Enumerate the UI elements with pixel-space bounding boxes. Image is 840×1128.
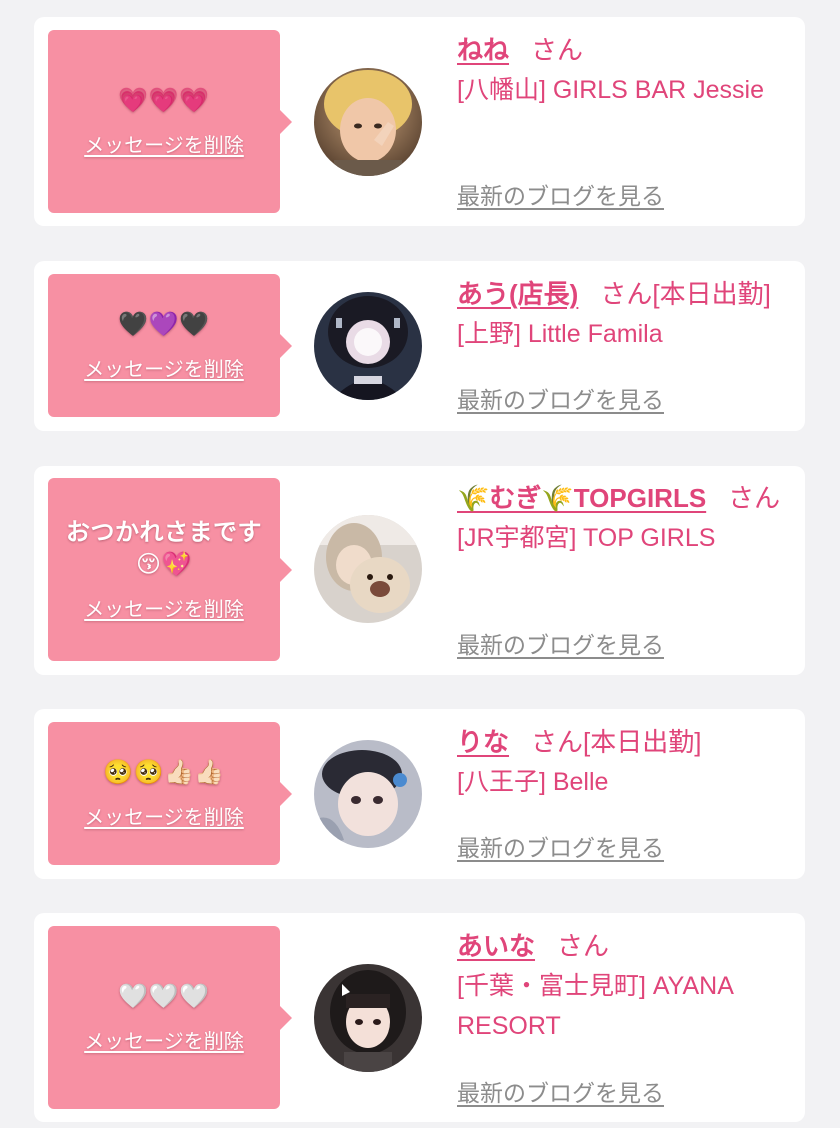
- delete-message-link[interactable]: メッセージを削除: [84, 1025, 244, 1054]
- cast-info: 🌾むぎ🌾TOPGIRLS さん [JR宇都宮] TOP GIRLS 最新のブログを…: [457, 478, 797, 663]
- shop-name: [JR宇都宮] TOP GIRLS: [457, 524, 716, 552]
- cast-info: ねね さん [八幡山] GIRLS BAR Jessie 最新のブログを見る: [457, 30, 797, 215]
- message-bubble: 🥺🥺👍🏻👍🏻 メッセージを削除: [48, 722, 292, 865]
- name-line: 🌾むぎ🌾TOPGIRLS さん: [457, 478, 797, 518]
- cast-name-link[interactable]: りな: [457, 727, 509, 757]
- message-text: 💗💗💗: [118, 87, 210, 114]
- delete-message-link[interactable]: メッセージを削除: [84, 353, 244, 382]
- shop-name: [千葉・富士見町] AYANA RESORT: [457, 972, 733, 1040]
- message-bubble: 💗💗💗 メッセージを削除: [48, 30, 292, 213]
- latest-blog-link[interactable]: 最新のブログを見る: [457, 1074, 664, 1108]
- delete-message-link[interactable]: メッセージを削除: [84, 129, 244, 158]
- latest-blog-link[interactable]: 最新のブログを見る: [457, 177, 664, 211]
- honorific: さん: [531, 35, 584, 65]
- name-line: あう(店長) さん[本日出勤]: [457, 274, 797, 314]
- message-text: 🥺🥺👍🏻👍🏻: [103, 759, 225, 786]
- status-badge: [本日出勤]: [652, 279, 771, 309]
- honorific: さん: [531, 727, 584, 757]
- message-card: 🤍🤍🤍 メッセージを削除 あいな さん [千葉・富士見町] AYANA RESOR…: [34, 913, 805, 1122]
- honorific: さん: [728, 483, 781, 513]
- avatar[interactable]: [314, 515, 422, 623]
- message-text: おつかれさまです😚💖: [66, 519, 262, 578]
- message-card: 💗💗💗 メッセージを削除 ねね さん [八幡山] GIRLS BAR Jessi…: [34, 17, 805, 226]
- message-bubble: 🖤💜🖤 メッセージを削除: [48, 274, 292, 417]
- avatar[interactable]: [314, 68, 422, 176]
- avatar[interactable]: [314, 292, 422, 400]
- latest-blog-link[interactable]: 最新のブログを見る: [457, 829, 664, 863]
- cast-name-link[interactable]: 🌾むぎ🌾TOPGIRLS: [457, 483, 706, 513]
- shop-name: [上野] Little Famila: [457, 320, 663, 348]
- cast-name-link[interactable]: あう(店長): [457, 279, 578, 309]
- delete-message-link[interactable]: メッセージを削除: [84, 593, 244, 622]
- avatar[interactable]: [314, 964, 422, 1072]
- message-list: 💗💗💗 メッセージを削除 ねね さん [八幡山] GIRLS BAR Jessi…: [0, 0, 840, 1128]
- message-bubble: おつかれさまです😚💖 メッセージを削除: [48, 478, 292, 661]
- avatar[interactable]: [314, 740, 422, 848]
- honorific: さん: [557, 931, 610, 961]
- message-card: 🥺🥺👍🏻👍🏻 メッセージを削除 りな さん[本日出勤] [八王子] Belle 最…: [34, 709, 805, 879]
- message-text: 🤍🤍🤍: [118, 983, 210, 1010]
- message-card: おつかれさまです😚💖 メッセージを削除 🌾むぎ🌾TOPGIRLS さん [JR宇都…: [34, 466, 805, 675]
- name-line: ねね さん: [457, 30, 797, 70]
- delete-message-link[interactable]: メッセージを削除: [84, 801, 244, 830]
- honorific: さん: [600, 279, 653, 309]
- cast-name-link[interactable]: ねね: [457, 35, 509, 65]
- message-bubble: 🤍🤍🤍 メッセージを削除: [48, 926, 292, 1109]
- cast-info: あいな さん [千葉・富士見町] AYANA RESORT 最新のブログを見る: [457, 926, 797, 1111]
- message-text: 🖤💜🖤: [118, 311, 210, 338]
- latest-blog-link[interactable]: 最新のブログを見る: [457, 381, 664, 415]
- message-card: 🖤💜🖤 メッセージを削除 あう(店長) さん[本日出勤] [上野] Little …: [34, 261, 805, 431]
- cast-name-link[interactable]: あいな: [457, 931, 535, 961]
- status-badge: [本日出勤]: [583, 727, 702, 757]
- latest-blog-link[interactable]: 最新のブログを見る: [457, 626, 664, 660]
- cast-info: りな さん[本日出勤] [八王子] Belle 最新のブログを見る: [457, 722, 797, 867]
- name-line: りな さん[本日出勤]: [457, 722, 797, 762]
- shop-name: [八幡山] GIRLS BAR Jessie: [457, 76, 765, 104]
- shop-name: [八王子] Belle: [457, 768, 609, 796]
- cast-info: あう(店長) さん[本日出勤] [上野] Little Famila 最新のブログ…: [457, 274, 797, 419]
- name-line: あいな さん: [457, 926, 797, 966]
